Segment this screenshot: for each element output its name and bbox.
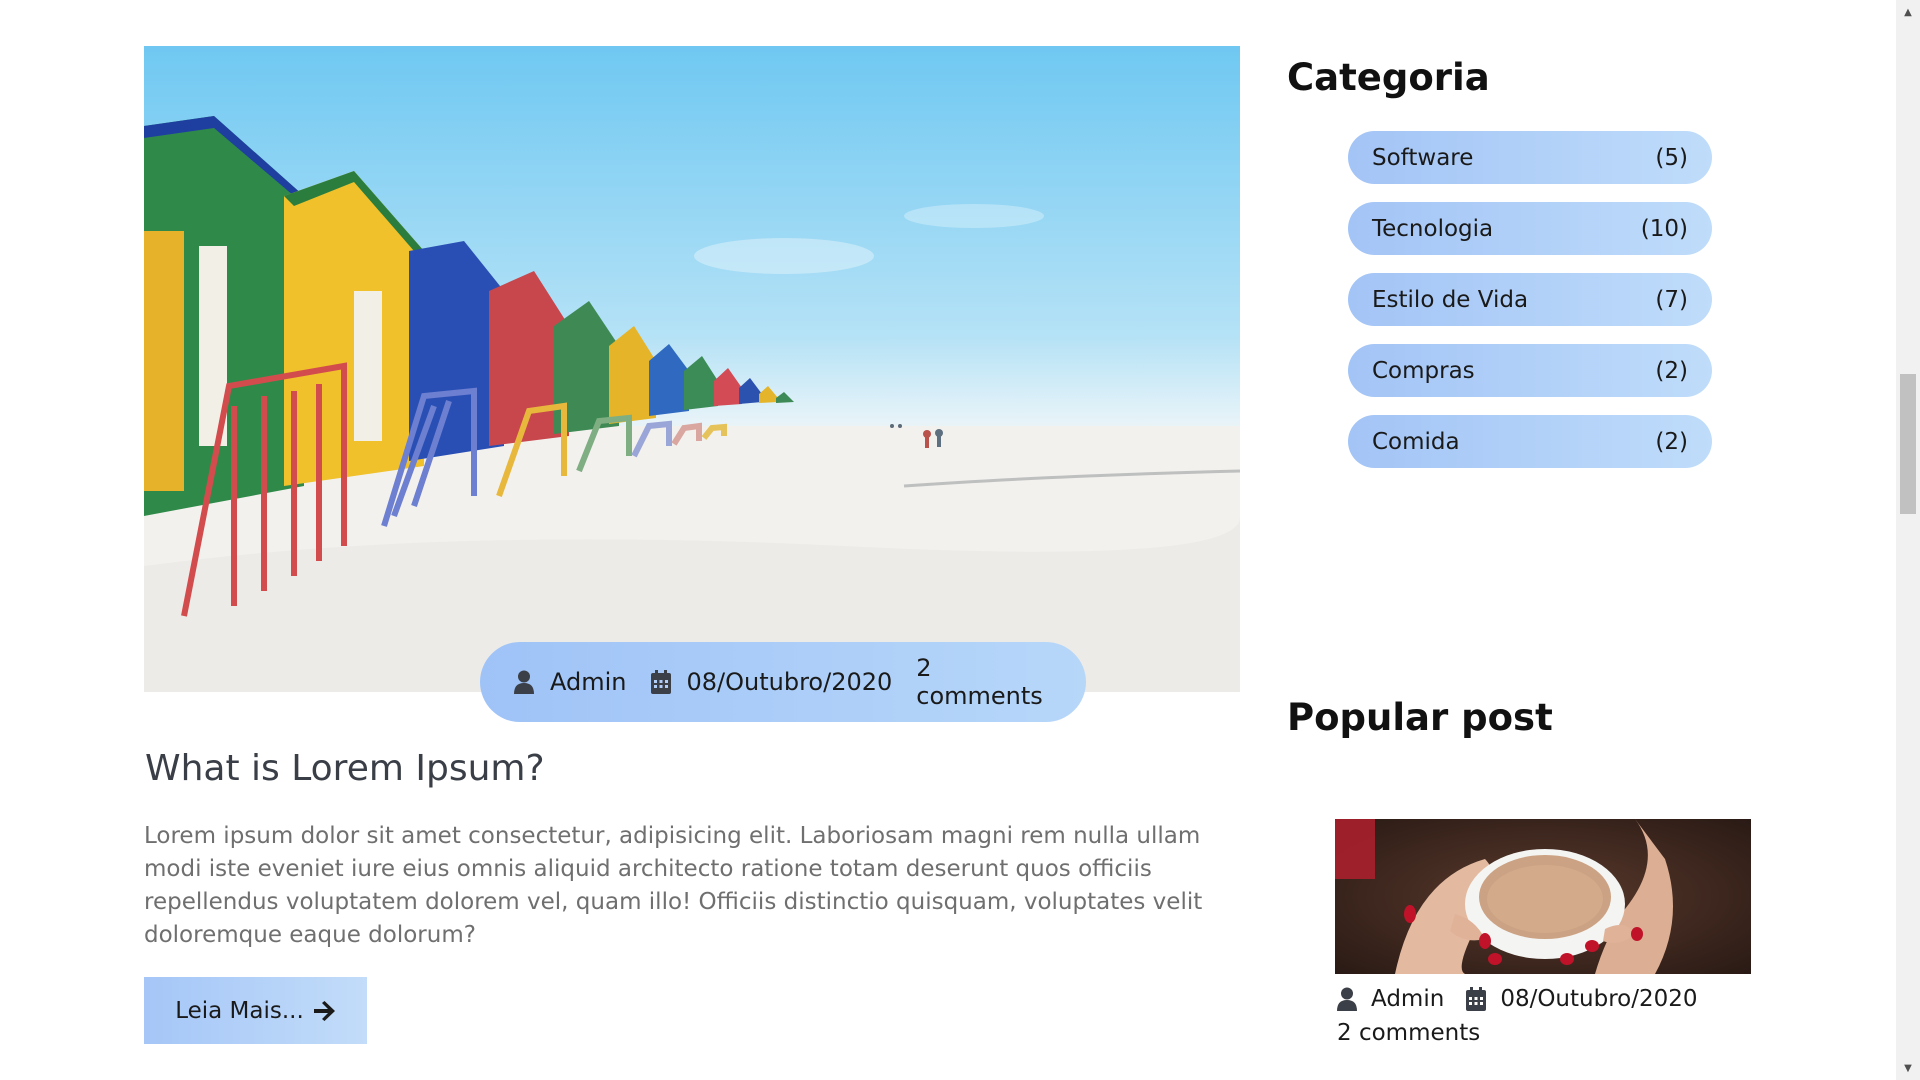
- category-name: Tecnologia: [1372, 215, 1494, 242]
- category-item-software[interactable]: Software (5): [1348, 131, 1712, 184]
- coffee-cup-image: [1335, 819, 1751, 974]
- post-comments-label: 2 comments: [916, 654, 1043, 710]
- category-item-estilo-de-vida[interactable]: Estilo de Vida (7): [1348, 273, 1712, 326]
- category-name: Estilo de Vida: [1372, 286, 1529, 313]
- arrow-right-icon: [313, 1000, 336, 1021]
- post-title[interactable]: What is Lorem Ipsum?: [145, 748, 545, 789]
- popular-post-date-label: 08/Outubro/2020: [1500, 986, 1698, 1012]
- user-icon: [1337, 987, 1357, 1011]
- post-meta-pill: Admin 08/Outubro/2020 2 comments: [480, 642, 1086, 722]
- post-featured-image[interactable]: [144, 46, 1240, 692]
- page-scrollbar[interactable]: ▲ ▼: [1896, 0, 1920, 1080]
- post-comments[interactable]: 2 comments: [916, 654, 1062, 710]
- scrollbar-thumb[interactable]: [1900, 374, 1916, 514]
- read-more-button[interactable]: Leia Mais...: [144, 977, 367, 1044]
- post-author-label: Admin: [550, 668, 627, 696]
- read-more-label: Leia Mais...: [175, 997, 304, 1024]
- category-item-compras[interactable]: Compras (2): [1348, 344, 1712, 397]
- user-icon: [514, 670, 534, 694]
- post-date: 08/Outubro/2020: [650, 668, 893, 696]
- beach-huts-image: [144, 46, 1240, 692]
- popular-post-image[interactable]: [1335, 819, 1751, 974]
- category-item-tecnologia[interactable]: Tecnologia (10): [1348, 202, 1712, 255]
- scroll-down-arrow-icon[interactable]: ▼: [1896, 1058, 1920, 1078]
- category-count: (2): [1655, 357, 1688, 384]
- popular-post-heading: Popular post: [1287, 696, 1553, 739]
- category-name: Compras: [1372, 357, 1475, 384]
- popular-post-meta: Admin 08/Outubro/2020 2 comments: [1337, 982, 1757, 1050]
- category-count: (10): [1640, 215, 1688, 242]
- category-item-comida[interactable]: Comida (2): [1348, 415, 1712, 468]
- calendar-icon: [1466, 987, 1487, 1011]
- post-author[interactable]: Admin: [514, 668, 627, 696]
- category-name: Software: [1372, 144, 1474, 171]
- popular-post-date: 08/Outubro/2020: [1466, 982, 1698, 1016]
- calendar-icon: [650, 670, 671, 694]
- category-count: (5): [1655, 144, 1688, 171]
- post-date-label: 08/Outubro/2020: [686, 668, 893, 696]
- categories-heading: Categoria: [1287, 56, 1490, 99]
- post-excerpt: Lorem ipsum dolor sit amet consectetur, …: [144, 823, 1203, 948]
- category-name: Comida: [1372, 428, 1460, 455]
- popular-post-author-label: Admin: [1371, 986, 1445, 1012]
- popular-post-comments[interactable]: 2 comments: [1337, 1016, 1480, 1050]
- popular-post-author[interactable]: Admin: [1337, 982, 1444, 1016]
- category-count: (7): [1655, 286, 1688, 313]
- scroll-up-arrow-icon[interactable]: ▲: [1896, 2, 1920, 22]
- category-count: (2): [1655, 428, 1688, 455]
- category-list: Software (5) Tecnologia (10) Estilo de V…: [1348, 131, 1712, 486]
